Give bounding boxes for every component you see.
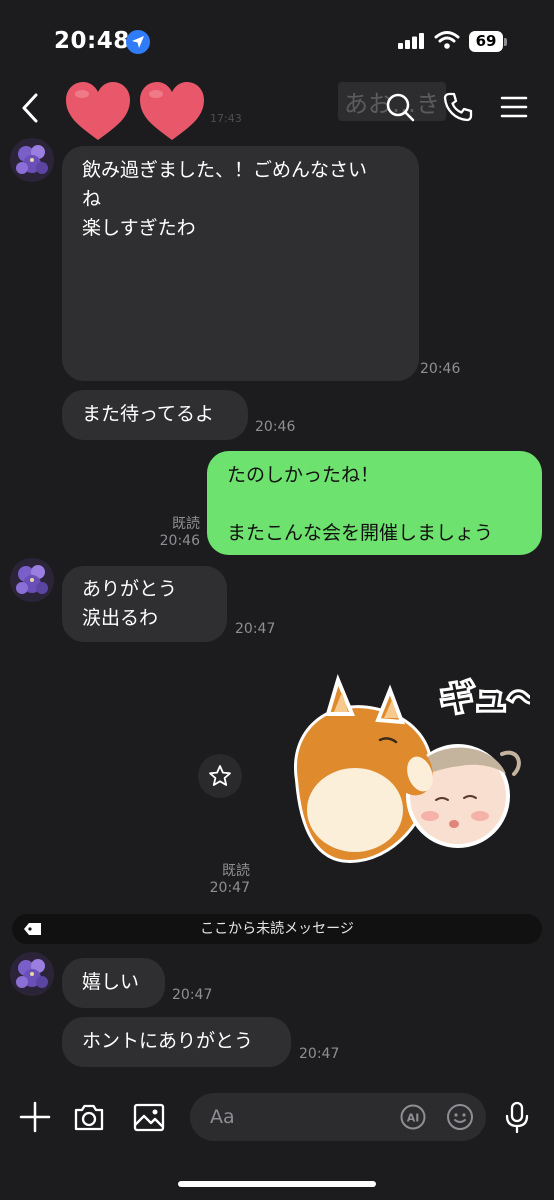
message-bubble-outgoing[interactable]: たのしかったね！ またこんな会を開催しましょう [207,451,542,555]
message-input[interactable] [210,1093,390,1141]
message-time: 20:47 [209,880,250,896]
battery-level: 69 [475,32,497,50]
friend-avatar[interactable] [10,558,54,602]
cellular-signal-icon [398,33,424,49]
menu-icon[interactable] [498,91,530,123]
microphone-icon[interactable] [500,1100,534,1134]
message-time: 20:46 [420,361,461,377]
message-bubble-incoming[interactable]: 飲み過ぎました、！ごめんなさい ね 楽しすぎたわ [62,146,419,381]
back-chevron-icon[interactable] [16,88,44,128]
emoji-icon[interactable] [446,1103,474,1131]
battery-icon: 69 [469,31,507,52]
chat-header: 17:43 あお…き [0,80,554,140]
wifi-icon [434,31,460,49]
message-time: 20:46 [255,419,296,435]
camera-icon[interactable] [72,1100,106,1134]
location-arrow-icon [126,30,150,54]
message-bubble-incoming[interactable]: 嬉しい [62,958,165,1008]
star-icon [209,765,231,786]
phone-call-icon[interactable] [442,91,474,123]
message-time: 20:47 [172,987,213,1003]
read-receipt: 既読 [222,863,250,879]
message-time: 20:47 [299,1046,340,1062]
sticker-text: ギュ〜 [440,679,530,719]
status-bar: 20:48 69 [0,0,554,80]
message-list[interactable]: 飲み過ぎました、！ごめんなさい ね 楽しすぎたわ 20:46 また待ってるよ 2… [0,136,554,1080]
home-indicator[interactable] [178,1181,376,1187]
message-bubble-incoming[interactable]: ありがとう 涙出るわ [62,566,227,642]
message-time: 20:46 [159,533,200,549]
image-icon[interactable] [132,1100,166,1134]
plus-icon[interactable] [18,1100,52,1134]
message-bubble-incoming[interactable]: また待ってるよ [62,390,248,440]
read-receipt: 既読 [172,516,200,532]
ai-label: AI [407,1112,420,1125]
friend-avatar[interactable] [10,952,54,996]
unread-divider-label: ここから未読メッセージ [200,921,354,937]
status-time: 20:48 [54,28,130,54]
message-bubble-incoming[interactable]: ホントにありがとう [62,1017,291,1067]
unread-divider: ここから未読メッセージ [12,914,542,944]
search-icon[interactable] [384,91,416,123]
sticker-favorite-button[interactable] [198,754,242,798]
chat-name-heart-icon[interactable] [64,80,209,142]
sticker-message[interactable]: ギュ〜 ギュ〜 [280,670,545,870]
faded-pinned-time: 17:43 [210,112,242,125]
friend-avatar[interactable] [10,138,54,182]
message-time: 20:47 [235,621,276,637]
ai-assist-icon[interactable]: AI [400,1104,426,1130]
message-text-field[interactable]: AI [190,1093,486,1141]
